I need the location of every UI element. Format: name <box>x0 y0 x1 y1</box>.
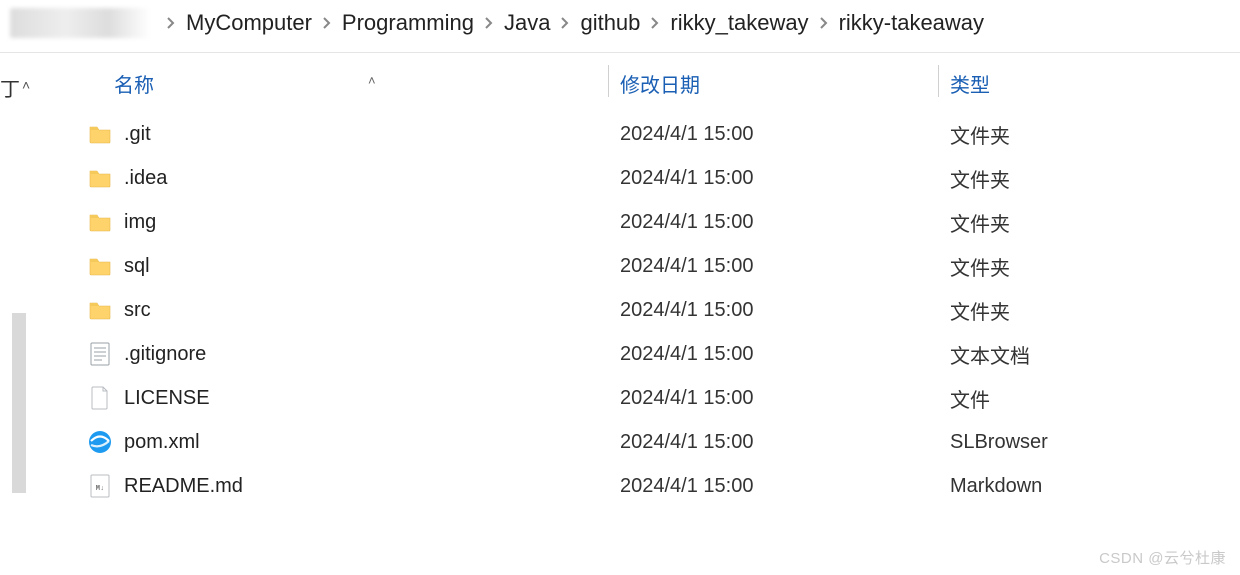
file-row[interactable]: .idea 2024/4/1 15:00文件夹 <box>28 156 1240 200</box>
folder-icon <box>88 298 112 322</box>
chevron-right-icon <box>166 16 176 30</box>
file-row[interactable]: .gitignore 2024/4/1 15:00文本文档 <box>28 332 1240 376</box>
file-name-label: sql <box>124 255 150 278</box>
file-type-cell: 文件夹 <box>938 252 1240 281</box>
file-name-cell: src <box>28 298 608 322</box>
breadcrumb-item[interactable]: rikky-takeaway <box>839 10 984 36</box>
breadcrumb-item[interactable]: MyComputer <box>186 10 312 36</box>
file-row[interactable]: README.md 2024/4/1 15:00Markdown <box>28 464 1240 508</box>
file-date-cell: 2024/4/1 15:00 <box>608 475 938 498</box>
left-gutter: 丁 ˄ <box>0 53 28 575</box>
file-date-cell: 2024/4/1 15:00 <box>608 299 938 322</box>
file-name-label: pom.xml <box>124 431 200 454</box>
file-name-cell: README.md <box>28 474 608 498</box>
file-row[interactable]: img 2024/4/1 15:00文件夹 <box>28 200 1240 244</box>
chevron-right-icon <box>560 16 570 30</box>
file-row[interactable]: sql 2024/4/1 15:00文件夹 <box>28 244 1240 288</box>
chevron-right-icon <box>484 16 494 30</box>
file-name-label: src <box>124 299 151 322</box>
file-name-cell: LICENSE <box>28 386 608 410</box>
main-area: 丁 ˄ 名称 ˄ 修改日期 类型 .git2024/4/1 15:00文件夹.i… <box>0 53 1240 575</box>
file-type-cell: Markdown <box>938 475 1240 498</box>
file-name-label: LICENSE <box>124 387 210 410</box>
file-name-label: .idea <box>124 167 167 190</box>
text-icon <box>88 342 112 366</box>
breadcrumb-item[interactable]: rikky_takeway <box>670 10 808 36</box>
column-headers: 名称 ˄ 修改日期 类型 <box>28 59 1240 112</box>
chevron-right-icon <box>650 16 660 30</box>
file-type-cell: 文件夹 <box>938 164 1240 193</box>
gutter-label: 丁 <box>0 73 20 102</box>
breadcrumb-item[interactable]: Java <box>504 10 550 36</box>
folder-icon <box>88 166 112 190</box>
file-date-cell: 2024/4/1 15:00 <box>608 255 938 278</box>
file-name-label: README.md <box>124 475 243 498</box>
file-type-cell: 文件夹 <box>938 208 1240 237</box>
column-header-date[interactable]: 修改日期 <box>608 69 938 98</box>
file-type-cell: 文件夹 <box>938 296 1240 325</box>
column-header-type[interactable]: 类型 <box>938 69 1240 98</box>
file-name-label: img <box>124 211 156 234</box>
browser-icon <box>88 430 112 454</box>
column-header-name[interactable]: 名称 ˄ <box>28 69 608 98</box>
file-name-cell: sql <box>28 254 608 278</box>
file-row[interactable]: .git 2024/4/1 15:00文件夹 <box>28 112 1240 156</box>
file-rows: .git2024/4/1 15:00文件夹.idea2024/4/1 15:00… <box>28 112 1240 508</box>
file-type-cell: SLBrowser <box>938 431 1240 454</box>
file-row[interactable]: pom.xml 2024/4/1 15:00SLBrowser <box>28 420 1240 464</box>
folder-icon <box>88 122 112 146</box>
chevron-right-icon <box>819 16 829 30</box>
md-icon <box>88 474 112 498</box>
file-name-cell: .idea <box>28 166 608 190</box>
file-name-cell: img <box>28 210 608 234</box>
breadcrumb-root-blur <box>10 8 150 38</box>
file-type-cell: 文件 <box>938 384 1240 413</box>
column-header-label: 名称 <box>114 75 154 97</box>
file-icon <box>88 386 112 410</box>
chevron-right-icon <box>322 16 332 30</box>
file-date-cell: 2024/4/1 15:00 <box>608 167 938 190</box>
column-header-label: 修改日期 <box>620 75 700 97</box>
file-list-area: 名称 ˄ 修改日期 类型 .git2024/4/1 15:00文件夹.idea2… <box>28 53 1240 575</box>
file-row[interactable]: LICENSE 2024/4/1 15:00文件 <box>28 376 1240 420</box>
sort-caret-icon: ˄ <box>368 73 376 88</box>
file-date-cell: 2024/4/1 15:00 <box>608 431 938 454</box>
breadcrumb-item[interactable]: github <box>580 10 640 36</box>
file-name-cell: .git <box>28 122 608 146</box>
file-name-label: .git <box>124 123 151 146</box>
file-type-cell: 文本文档 <box>938 340 1240 369</box>
watermark: CSDN @云兮杜康 <box>1099 547 1226 568</box>
scrollbar-track[interactable] <box>12 313 26 493</box>
column-header-label: 类型 <box>950 75 990 97</box>
file-date-cell: 2024/4/1 15:00 <box>608 387 938 410</box>
file-name-cell: .gitignore <box>28 342 608 366</box>
file-date-cell: 2024/4/1 15:00 <box>608 123 938 146</box>
file-name-cell: pom.xml <box>28 430 608 454</box>
file-row[interactable]: src 2024/4/1 15:00文件夹 <box>28 288 1240 332</box>
file-date-cell: 2024/4/1 15:00 <box>608 211 938 234</box>
breadcrumb: MyComputer Programming Java github rikky… <box>0 0 1240 53</box>
file-date-cell: 2024/4/1 15:00 <box>608 343 938 366</box>
folder-icon <box>88 254 112 278</box>
file-type-cell: 文件夹 <box>938 120 1240 149</box>
folder-icon <box>88 210 112 234</box>
breadcrumb-item[interactable]: Programming <box>342 10 474 36</box>
file-name-label: .gitignore <box>124 343 206 366</box>
